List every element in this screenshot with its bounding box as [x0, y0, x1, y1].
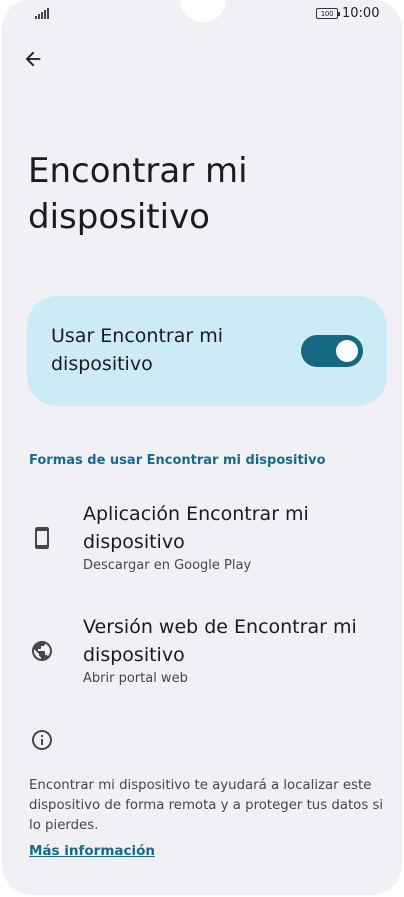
toggle-label: Usar Encontrar mi dispositivo: [51, 325, 224, 375]
use-find-my-device-toggle-row[interactable]: Usar Encontrar mi dispositivo: [27, 296, 387, 406]
status-clock: 10:00: [342, 6, 380, 21]
list-item-app[interactable]: Aplicación Encontrar mi dispositivo Desc…: [26, 500, 386, 580]
list-item-title: Versión web de Encontrar mi dispositivo: [83, 616, 357, 666]
list-item-title: Aplicación Encontrar mi dispositivo: [83, 503, 309, 553]
switch-knob: [336, 340, 358, 362]
smartphone-icon: [35, 527, 49, 549]
info-icon: [32, 730, 52, 750]
battery-icon: 100: [316, 8, 340, 19]
back-button[interactable]: [18, 44, 48, 74]
list-item-subtitle: Abrir portal web: [83, 671, 188, 686]
signal-icon: [35, 8, 49, 19]
more-info-link[interactable]: Más información: [29, 843, 155, 859]
list-item-web[interactable]: Versión web de Encontrar mi dispositivo …: [26, 613, 386, 693]
phone-screen: 100 10:00 Encontrar mi dispositivo Usar …: [2, 0, 402, 895]
arrow-left-icon: [25, 51, 41, 67]
info-description: Encontrar mi dispositivo te ayudará a lo…: [29, 778, 384, 833]
section-header: Formas de usar Encontrar mi dispositivo: [29, 453, 326, 468]
list-item-subtitle: Descargar en Google Play: [83, 558, 252, 573]
find-my-device-switch[interactable]: [301, 335, 363, 367]
status-bar: 100 10:00: [2, 0, 402, 28]
page-title: Encontrar mi dispositivo: [28, 151, 248, 237]
globe-icon: [32, 641, 52, 661]
